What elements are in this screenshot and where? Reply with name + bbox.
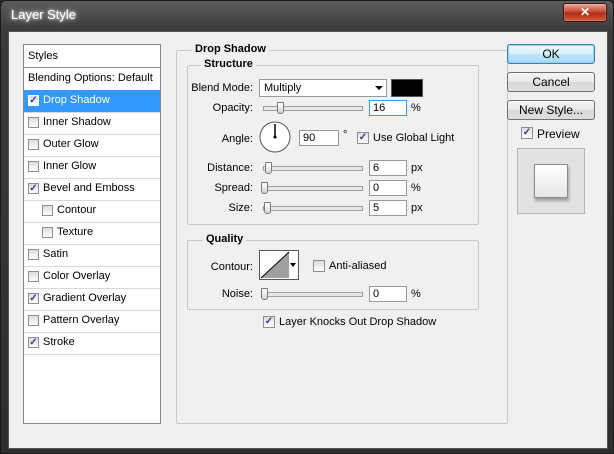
checkbox-icon[interactable]	[42, 227, 53, 238]
style-item-label: Drop Shadow	[43, 94, 110, 106]
style-item-inner-glow[interactable]: Inner Glow	[24, 156, 160, 179]
size-slider-handle[interactable]	[264, 202, 271, 214]
contour-curve-icon	[260, 251, 290, 279]
distance-label: Distance:	[207, 162, 253, 174]
style-item-gradient-overlay[interactable]: ✓ Gradient Overlay	[24, 288, 160, 311]
styles-list-header[interactable]: Styles	[24, 45, 160, 68]
angle-dial-icon	[259, 121, 291, 153]
checkbox-icon[interactable]: ✓	[28, 337, 39, 348]
checkbox-icon: ✓	[263, 316, 275, 328]
style-item-inner-shadow[interactable]: Inner Shadow	[24, 112, 160, 135]
checkbox-icon[interactable]	[28, 161, 39, 172]
blend-mode-label: Blend Mode:	[191, 82, 253, 94]
style-item-contour[interactable]: Contour	[24, 200, 160, 223]
blend-mode-select[interactable]: Multiply	[259, 79, 387, 97]
structure-title: Structure	[201, 58, 256, 70]
style-item-label: Color Overlay	[43, 270, 111, 282]
spread-label: Spread:	[214, 182, 253, 194]
style-item-satin[interactable]: Satin	[24, 244, 160, 267]
style-item-label: Stroke	[43, 336, 75, 348]
preview-swatch	[534, 164, 568, 198]
size-field[interactable]: 5	[369, 200, 407, 216]
checkbox-icon[interactable]	[28, 315, 39, 326]
style-item-stroke[interactable]: ✓ Stroke	[24, 332, 160, 355]
angle-dial[interactable]	[259, 121, 291, 153]
window-title: Layer Style	[11, 7, 77, 22]
style-item-drop-shadow[interactable]: ✓ Drop Shadow	[24, 90, 160, 113]
noise-field[interactable]: 0	[369, 286, 407, 302]
chevron-down-icon	[375, 86, 383, 90]
opacity-label: Opacity:	[212, 102, 253, 114]
checkbox-icon[interactable]	[42, 205, 53, 216]
contour-picker[interactable]	[259, 250, 299, 280]
style-item-pattern-overlay[interactable]: Pattern Overlay	[24, 310, 160, 333]
style-item-label: Bevel and Emboss	[43, 182, 135, 194]
close-icon[interactable]: ✕	[563, 3, 607, 22]
title-bar[interactable]: Layer Style ✕	[1, 1, 613, 31]
checkbox-icon: ✓	[357, 132, 369, 144]
checkbox-icon[interactable]	[28, 249, 39, 260]
style-item-label: Contour	[57, 204, 97, 216]
noise-slider-handle[interactable]	[261, 288, 268, 300]
opacity-slider-handle[interactable]	[277, 102, 284, 114]
ok-button[interactable]: OK	[507, 44, 595, 64]
spread-field[interactable]: 0	[369, 180, 407, 196]
size-slider-track[interactable]	[263, 206, 363, 211]
cancel-button[interactable]: Cancel	[507, 72, 595, 92]
style-item-label: Outer Glow	[43, 138, 99, 150]
checkbox-icon	[313, 260, 325, 272]
blending-options-label: Blending Options: Default	[28, 72, 153, 84]
dialog-body: Styles Blending Options: Default ✓ Drop S…	[8, 31, 608, 449]
checkbox-icon[interactable]	[28, 139, 39, 150]
style-item-label: Satin	[43, 248, 69, 260]
preview-thumbnail	[517, 148, 585, 214]
spread-slider-handle[interactable]	[261, 182, 268, 194]
distance-slider-handle[interactable]	[265, 162, 272, 174]
spread-slider-track[interactable]	[263, 186, 363, 191]
new-style-button[interactable]: New Style...	[507, 100, 595, 120]
distance-field[interactable]: 6	[369, 160, 407, 176]
size-unit: px	[411, 202, 423, 214]
checkbox-icon[interactable]	[28, 117, 39, 128]
style-item-label: Inner Glow	[43, 160, 97, 172]
checkbox-icon[interactable]: ✓	[28, 293, 39, 304]
style-item-label: Gradient Overlay	[43, 292, 127, 304]
style-item-outer-glow[interactable]: Outer Glow	[24, 134, 160, 157]
style-item-texture[interactable]: Texture	[24, 222, 160, 245]
quality-title: Quality	[203, 233, 247, 245]
noise-label: Noise:	[221, 288, 253, 300]
spread-unit: %	[411, 182, 421, 194]
drop-shadow-title: Drop Shadow	[192, 43, 269, 55]
checkbox-icon[interactable]: ✓	[28, 95, 39, 106]
style-item-bevel-and-emboss[interactable]: ✓ Bevel and Emboss	[24, 178, 160, 201]
angle-label: Angle:	[221, 133, 253, 145]
layer-style-dialog: Layer Style ✕ Styles Blending Options: D…	[0, 0, 614, 454]
style-item-label: Inner Shadow	[43, 116, 111, 128]
style-item-color-overlay[interactable]: Color Overlay	[24, 266, 160, 289]
distance-unit: px	[411, 162, 423, 174]
angle-field[interactable]: 90	[299, 130, 339, 146]
opacity-unit: %	[411, 102, 421, 114]
checkbox-icon: ✓	[521, 127, 533, 139]
opacity-field[interactable]: 16	[369, 100, 407, 116]
chevron-down-icon[interactable]	[290, 263, 296, 267]
noise-unit: %	[411, 288, 421, 300]
checkbox-icon[interactable]: ✓	[28, 183, 39, 194]
checkbox-icon[interactable]	[28, 271, 39, 282]
styles-list: Styles Blending Options: Default ✓ Drop S…	[23, 44, 161, 424]
size-label: Size:	[228, 202, 253, 214]
angle-unit: °	[343, 129, 348, 141]
style-item-label: Texture	[57, 226, 94, 238]
style-item-label: Pattern Overlay	[43, 314, 120, 326]
blending-options-item[interactable]: Blending Options: Default	[24, 68, 160, 91]
shadow-color-swatch[interactable]	[391, 79, 423, 97]
distance-slider-track[interactable]	[263, 166, 363, 171]
noise-slider-track[interactable]	[263, 292, 363, 297]
contour-label: Contour:	[210, 261, 253, 273]
